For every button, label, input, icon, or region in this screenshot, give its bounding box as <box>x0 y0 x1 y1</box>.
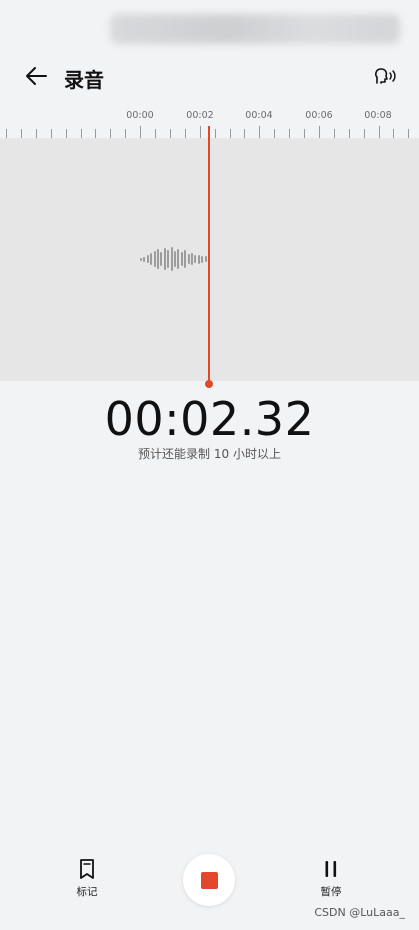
ruler-tick <box>393 129 395 138</box>
stop-button[interactable] <box>183 854 235 906</box>
status-blur <box>110 14 400 44</box>
pause-icon <box>325 861 337 877</box>
voice-enhance-button[interactable] <box>369 60 401 92</box>
ruler-tick <box>155 129 156 138</box>
waveform-bar <box>197 254 200 264</box>
waveform-bar <box>146 255 149 263</box>
ruler-tick <box>20 129 22 138</box>
ruler-label: 00:00 <box>126 110 154 121</box>
elapsed-time: 00:02.32 <box>104 392 315 446</box>
page-title: 录音 <box>64 68 104 92</box>
waveform-bar <box>204 256 207 262</box>
watermark: CSDN @LuLaaa_ <box>314 906 405 919</box>
waveform-bar <box>174 251 176 267</box>
pause-button[interactable]: 暂停 <box>314 858 348 899</box>
ruler-tick <box>408 129 410 138</box>
ruler-tick <box>199 126 201 138</box>
ruler-tick <box>318 126 320 138</box>
waveform-bar <box>143 256 146 262</box>
arrow-left-icon <box>26 67 47 85</box>
waveform-bar <box>153 251 156 267</box>
ruler-label: 00:02 <box>186 110 214 121</box>
waveform-bar <box>160 252 163 266</box>
ruler-tick <box>378 126 380 138</box>
ruler-tick <box>125 129 127 138</box>
waveform-bar <box>191 253 193 265</box>
back-button[interactable] <box>18 60 54 92</box>
mark-button[interactable]: 标记 <box>70 858 104 899</box>
ruler-label: 00:04 <box>245 110 273 121</box>
ruler-label: 00:06 <box>305 110 333 121</box>
ruler-tick <box>140 126 142 138</box>
waveform-bar <box>184 250 187 268</box>
waveform-bar <box>177 249 180 269</box>
playhead-line[interactable] <box>208 126 210 384</box>
ruler-tick <box>259 126 261 138</box>
ruler-tick <box>50 129 52 138</box>
ruler-tick <box>95 129 97 138</box>
ruler-tick <box>184 129 186 138</box>
waveform-bar <box>140 257 142 261</box>
ruler-tick <box>274 129 276 138</box>
ruler-tick <box>65 129 67 138</box>
ruler-tick <box>6 129 7 138</box>
ruler-tick <box>304 129 305 138</box>
waveform-bar <box>150 253 153 265</box>
playhead-handle[interactable] <box>205 380 213 388</box>
remaining-time-hint: 预计还能录制 10 小时以上 <box>138 447 281 461</box>
header: 录音 <box>0 52 419 100</box>
ruler-label: 00:08 <box>364 110 392 121</box>
waveform-bar <box>201 255 204 263</box>
ruler-tick <box>110 129 112 138</box>
status-bar <box>0 0 419 52</box>
ruler-tick <box>244 129 246 138</box>
waveform-bar <box>180 252 183 266</box>
waveform-bar <box>187 254 190 264</box>
waveform-bar <box>157 249 159 269</box>
waveform-bar <box>167 250 170 268</box>
ruler-tick <box>363 129 365 138</box>
ruler-tick <box>289 129 291 138</box>
waveform-bar <box>194 255 197 263</box>
bookmark-icon <box>80 859 94 879</box>
ruler-tick <box>80 129 82 138</box>
pause-label: 暂停 <box>320 886 342 898</box>
ruler-tick <box>333 129 335 138</box>
waveform-bar <box>170 247 173 271</box>
stop-icon <box>200 871 218 889</box>
ruler-tick <box>348 129 350 138</box>
voice-person-icon <box>375 68 396 84</box>
waveform-bar <box>163 248 166 270</box>
mark-label: 标记 <box>76 886 98 898</box>
ruler-tick <box>35 129 37 138</box>
ruler-tick <box>229 129 231 138</box>
ruler-tick <box>169 129 171 138</box>
ruler-tick <box>214 129 216 138</box>
recorder-screen: 录音 00:00 00:02 00:04 00:06 00:08 00:02.3… <box>0 0 419 930</box>
